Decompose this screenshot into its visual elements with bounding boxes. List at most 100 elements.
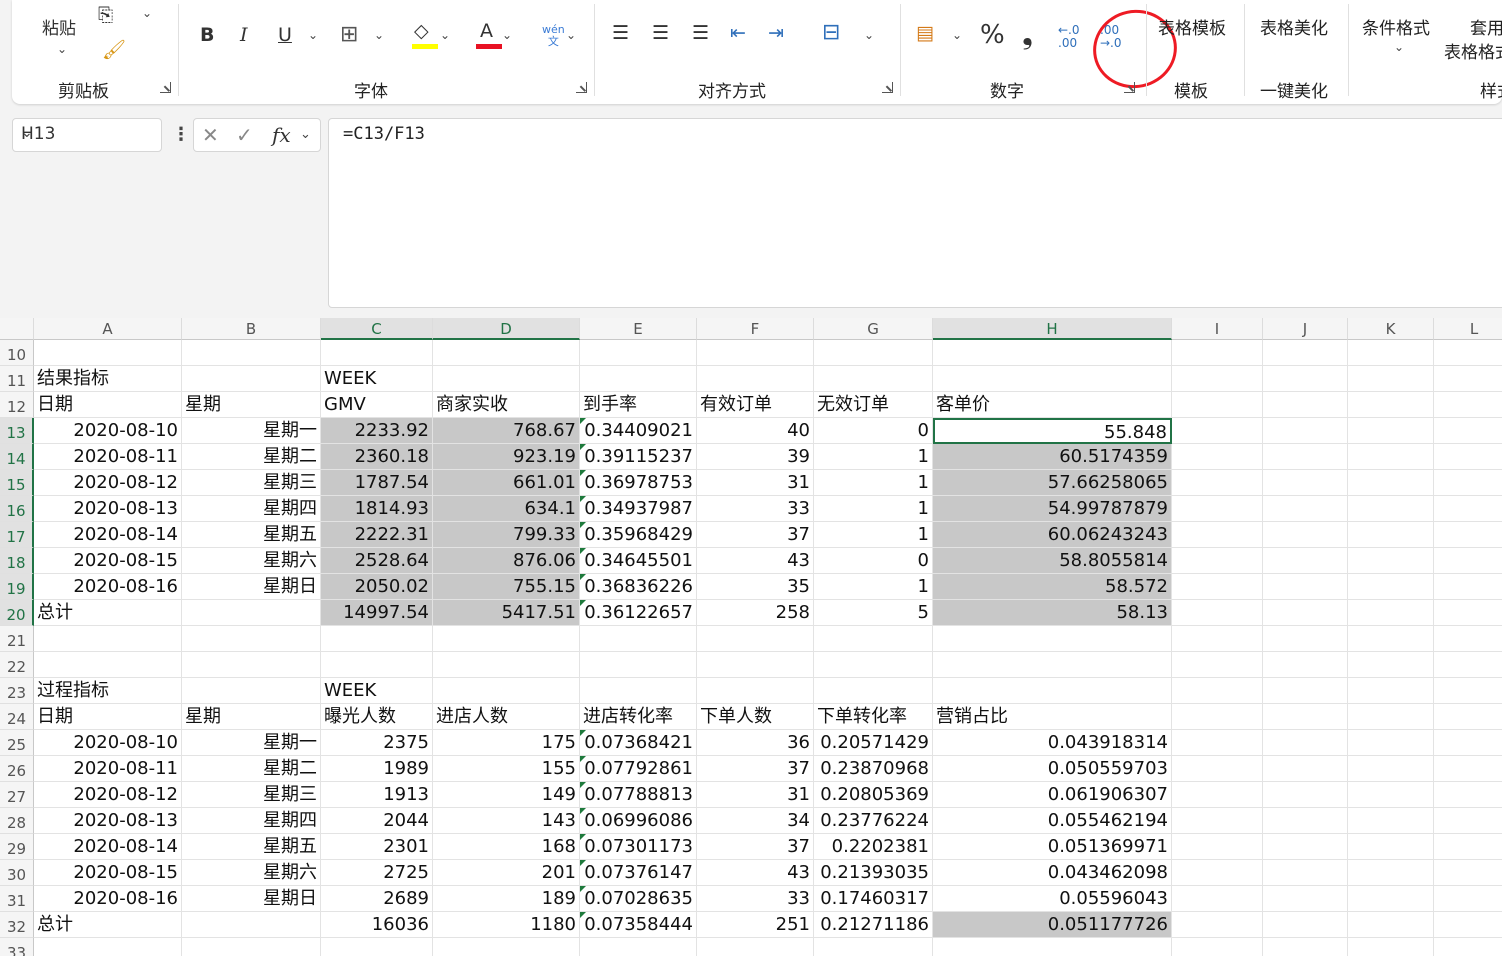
cell-k25[interactable] xyxy=(1348,730,1434,756)
cell-e26[interactable]: 0.07792861 xyxy=(580,756,697,782)
cell-h20[interactable]: 58.13 xyxy=(933,600,1172,626)
cell-i29[interactable] xyxy=(1172,834,1263,860)
cell-f28[interactable]: 34 xyxy=(697,808,814,834)
cell-f31[interactable]: 33 xyxy=(697,886,814,912)
cell-e23[interactable] xyxy=(580,678,697,704)
cell-c25[interactable]: 2375 xyxy=(321,730,433,756)
cell-j30[interactable] xyxy=(1263,860,1348,886)
cell-h26[interactable]: 0.050559703 xyxy=(933,756,1172,782)
cell-k13[interactable] xyxy=(1348,418,1434,444)
cell-i24[interactable] xyxy=(1172,704,1263,730)
cell-a27[interactable]: 2020-08-12 xyxy=(34,782,182,808)
cell-d27[interactable]: 149 xyxy=(433,782,580,808)
cell-j33[interactable] xyxy=(1263,938,1348,956)
paste-dropdown-icon[interactable]: ⌄ xyxy=(57,42,67,56)
cell-g20[interactable]: 5 xyxy=(814,600,933,626)
cell-f18[interactable]: 43 xyxy=(697,548,814,574)
cell-g27[interactable]: 0.20805369 xyxy=(814,782,933,808)
cell-k29[interactable] xyxy=(1348,834,1434,860)
cell-c15[interactable]: 1787.54 xyxy=(321,470,433,496)
cell-l21[interactable] xyxy=(1434,626,1502,652)
cell-a13[interactable]: 2020-08-10 xyxy=(34,418,182,444)
column-header-e[interactable]: E xyxy=(580,318,697,340)
cell-k11[interactable] xyxy=(1348,366,1434,392)
underline-dropdown-icon[interactable]: ⌄ xyxy=(308,28,318,42)
cell-h22[interactable] xyxy=(933,652,1172,678)
cell-i12[interactable] xyxy=(1172,392,1263,418)
row-header[interactable]: 14 xyxy=(0,444,34,470)
row-header[interactable]: 20 xyxy=(0,600,34,626)
cell-g13[interactable]: 0 xyxy=(814,418,933,444)
cell-c10[interactable] xyxy=(321,340,433,366)
cell-e24[interactable]: 进店转化率 xyxy=(580,704,697,730)
cell-f12[interactable]: 有效订单 xyxy=(697,392,814,418)
cell-e27[interactable]: 0.07788813 xyxy=(580,782,697,808)
cell-f25[interactable]: 36 xyxy=(697,730,814,756)
cell-g15[interactable]: 1 xyxy=(814,470,933,496)
cell-d14[interactable]: 923.19 xyxy=(433,444,580,470)
cell-a21[interactable] xyxy=(34,626,182,652)
cell-j10[interactable] xyxy=(1263,340,1348,366)
cell-e31[interactable]: 0.07028635 xyxy=(580,886,697,912)
cell-i22[interactable] xyxy=(1172,652,1263,678)
cell-d11[interactable] xyxy=(433,366,580,392)
cell-j12[interactable] xyxy=(1263,392,1348,418)
cell-k21[interactable] xyxy=(1348,626,1434,652)
cell-k18[interactable] xyxy=(1348,548,1434,574)
cell-f10[interactable] xyxy=(697,340,814,366)
column-header-c[interactable]: C xyxy=(321,318,433,340)
cell-i25[interactable] xyxy=(1172,730,1263,756)
cell-l17[interactable] xyxy=(1434,522,1502,548)
cell-d12[interactable]: 商家实收 xyxy=(433,392,580,418)
cell-h21[interactable] xyxy=(933,626,1172,652)
column-header-i[interactable]: I xyxy=(1172,318,1263,340)
row-header[interactable]: 19 xyxy=(0,574,34,600)
cell-d28[interactable]: 143 xyxy=(433,808,580,834)
cell-l24[interactable] xyxy=(1434,704,1502,730)
cell-f19[interactable]: 35 xyxy=(697,574,814,600)
cell-l14[interactable] xyxy=(1434,444,1502,470)
cell-j13[interactable] xyxy=(1263,418,1348,444)
align-right-icon[interactable]: ☰ xyxy=(692,22,709,44)
cell-e12[interactable]: 到手率 xyxy=(580,392,697,418)
cell-f22[interactable] xyxy=(697,652,814,678)
increase-indent-icon[interactable]: ⇥ xyxy=(768,22,784,44)
cell-g31[interactable]: 0.17460317 xyxy=(814,886,933,912)
cell-l33[interactable] xyxy=(1434,938,1502,956)
cell-k15[interactable] xyxy=(1348,470,1434,496)
cell-k27[interactable] xyxy=(1348,782,1434,808)
column-header-l[interactable]: L xyxy=(1434,318,1502,340)
decrease-indent-icon[interactable]: ⇤ xyxy=(730,22,746,44)
row-header[interactable]: 32 xyxy=(0,912,34,938)
cell-c17[interactable]: 2222.31 xyxy=(321,522,433,548)
cell-c31[interactable]: 2689 xyxy=(321,886,433,912)
cell-a29[interactable]: 2020-08-14 xyxy=(34,834,182,860)
cell-c27[interactable]: 1913 xyxy=(321,782,433,808)
cell-l32[interactable] xyxy=(1434,912,1502,938)
cell-i32[interactable] xyxy=(1172,912,1263,938)
column-header-f[interactable]: F xyxy=(697,318,814,340)
cell-k10[interactable] xyxy=(1348,340,1434,366)
comma-style-button[interactable]: ❟ xyxy=(1022,18,1033,52)
cell-d20[interactable]: 5417.51 xyxy=(433,600,580,626)
copy-dropdown-icon[interactable]: ⌄ xyxy=(142,6,152,20)
cell-c23[interactable]: WEEK xyxy=(321,678,433,704)
cell-b24[interactable]: 星期 xyxy=(182,704,321,730)
column-header-j[interactable]: J xyxy=(1263,318,1348,340)
cell-d10[interactable] xyxy=(433,340,580,366)
row-header[interactable]: 28 xyxy=(0,808,34,834)
row-header[interactable]: 26 xyxy=(0,756,34,782)
cell-d15[interactable]: 661.01 xyxy=(433,470,580,496)
cell-k33[interactable] xyxy=(1348,938,1434,956)
cell-j24[interactable] xyxy=(1263,704,1348,730)
cell-a24[interactable]: 日期 xyxy=(34,704,182,730)
cell-g11[interactable] xyxy=(814,366,933,392)
format-painter-icon[interactable]: 🖌 xyxy=(102,38,126,61)
cell-g26[interactable]: 0.23870968 xyxy=(814,756,933,782)
select-all-corner[interactable] xyxy=(0,318,34,340)
more-options-icon[interactable]: ⋮ xyxy=(172,124,190,145)
cell-k24[interactable] xyxy=(1348,704,1434,730)
spreadsheet-grid[interactable]: A B C D E F G H I J K L 10 11 结果指标 WEEK 12 日期 星期 GMV 商家实收 到手率… xyxy=(0,318,1502,956)
cell-l10[interactable] xyxy=(1434,340,1502,366)
cell-b13[interactable]: 星期一 xyxy=(182,418,321,444)
